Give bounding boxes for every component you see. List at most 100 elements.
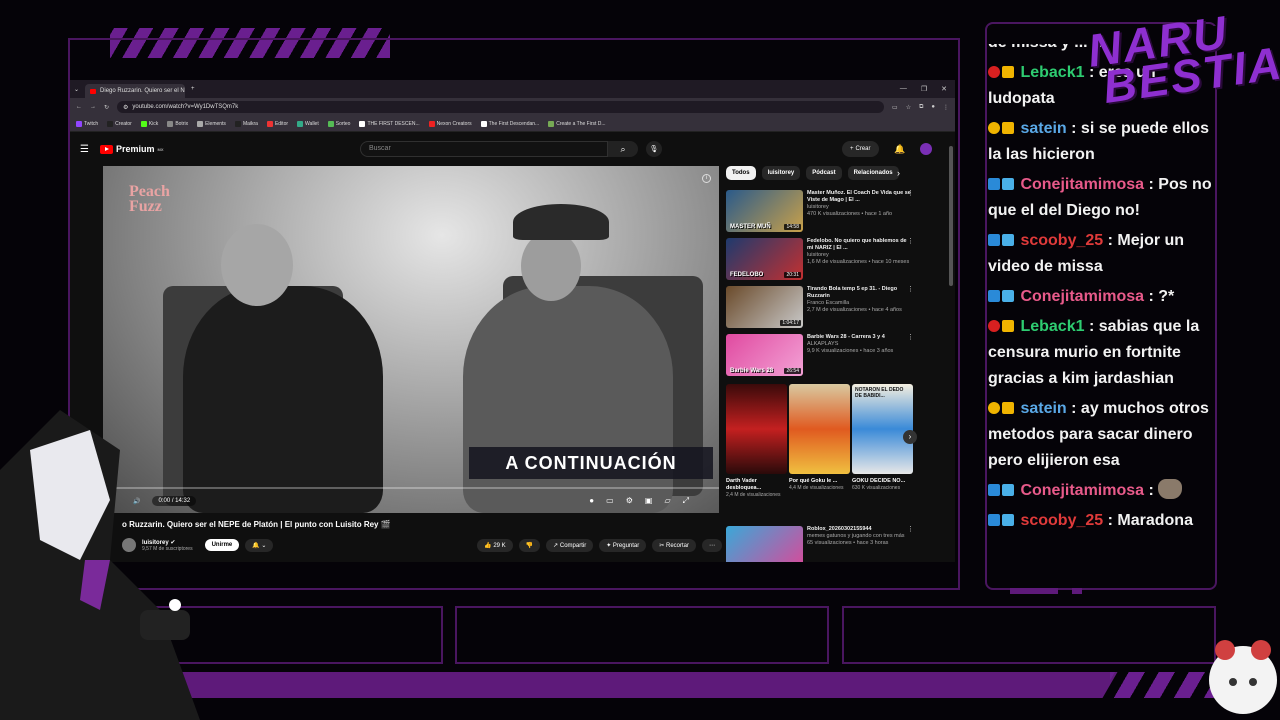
like-button[interactable]: 👍 29 K [477,538,513,552]
more-actions-button[interactable]: ⋯ [702,538,722,552]
chip-relacionados[interactable]: Relacionados [847,166,899,180]
ask-button[interactable]: ✦ Preguntar [599,538,647,552]
voice-search-button[interactable]: 🎙 [646,141,662,157]
bookmark-favicon-icon [76,120,82,127]
cast-video-icon[interactable]: ▱ [664,496,670,506]
bookmark-item[interactable]: Kick [140,120,158,127]
miniplayer-icon[interactable]: ▣ [645,496,653,506]
short-item[interactable]: Darth Vader desbloquea... 2,4 M de visual… [726,384,787,520]
bookmark-star-icon[interactable]: ☆ [906,104,911,111]
chips-next-icon[interactable]: › [897,168,900,178]
chip-pódcast[interactable]: Pódcast [806,166,842,180]
youtube-header: ☰ Premium MX Buscar ⌕ 🎙 + Crear 🔔 [70,138,955,160]
bookmark-item[interactable]: The First Descendan... [480,120,539,127]
bookmark-item[interactable]: Nexon Creators [428,120,472,127]
hamburger-menu-icon[interactable]: ☰ [80,144,89,155]
chat-username[interactable]: Leback1 [1020,318,1084,335]
chat-badge-icon [988,514,1000,526]
window-close-icon[interactable]: ✕ [941,85,947,93]
bookmark-item[interactable]: Sorteo [327,120,350,127]
more-options-icon[interactable]: ⋮ [907,334,914,341]
bookmark-item[interactable]: Create a The First D... [548,120,606,127]
chip-luisitorey[interactable]: luisitorey [761,166,801,180]
notifications-bell-icon[interactable]: 🔔 [894,144,905,155]
share-button[interactable]: ↗ Compartir [546,538,594,552]
recommendation-last[interactable]: Roblox_20260302155944 memes gatunos y ju… [726,526,916,562]
more-options-icon[interactable]: ⋮ [907,190,914,197]
profile-icon[interactable]: ● [931,104,935,110]
cast-icon[interactable]: ▭ [892,104,898,111]
create-button[interactable]: + Crear [842,141,879,157]
recommendation-channel: luisitorey [807,252,829,258]
forward-icon[interactable]: → [90,104,96,110]
page-scrollbar[interactable] [949,146,953,286]
bookmark-item[interactable]: Editor [266,120,288,127]
info-icon[interactable]: i [702,174,711,183]
naru-bestia-logo: NARU BESTIA [1084,5,1280,114]
chat-username[interactable]: scooby_25 [1020,232,1103,249]
more-options-icon[interactable]: ⋮ [907,286,914,293]
search-button[interactable]: ⌕ [608,141,638,157]
recommendation-title: Roblox_20260302155944 [807,526,872,532]
bookmark-item[interactable]: THE FIRST DESCEN... [359,120,420,127]
chat-username[interactable]: Conejitamimosa [1020,176,1144,193]
chat-username[interactable]: Conejitamimosa [1020,482,1144,499]
recommendation-item[interactable]: MASTER MUÑ 14:58 Master Muñoz. El Coach De… [726,190,916,232]
chat-crown-badge-icon [1002,484,1014,496]
extensions-icon[interactable]: ⧉ [919,104,923,111]
chat-username[interactable]: satein [1020,120,1066,137]
settings-gear-icon[interactable]: ⚙ [626,496,633,506]
recommendation-meta: 1,6 M de visualizaciones • hace 10 meses [807,259,910,265]
back-icon[interactable]: ← [76,104,82,110]
recommendation-item[interactable]: Barbie Wars 28 26:54 Barbie Wars 28 - Carr… [726,334,916,376]
chat-crown-badge-icon [1002,320,1014,332]
browser-menu-icon[interactable]: ⋮ [943,104,949,111]
restore-icon[interactable]: ❐ [921,85,927,93]
short-item[interactable]: NOTARON EL DEDO DE BABIDI... GOKU DECIDE … [852,384,913,520]
bookmarks-bar: Twitch Creator Kick Botrix Elements Maikra Edi… [70,116,955,132]
chat-username[interactable]: Conejitamimosa [1020,288,1144,305]
chip-todos[interactable]: Todos [726,166,756,180]
clip-button[interactable]: ✂ Recortar [652,538,696,552]
autoplay-toggle-icon[interactable]: ● [589,496,594,506]
chat-username[interactable]: scooby_25 [1020,512,1103,529]
subtitles-icon[interactable]: ▭ [606,496,614,506]
chat-username[interactable]: satein [1020,400,1066,417]
bookmark-item[interactable]: Twitch [76,120,98,127]
dislike-button[interactable]: 👎 [518,538,541,552]
bookmark-item[interactable]: Wallet [297,120,319,127]
youtube-logo[interactable]: Premium MX [100,144,164,154]
more-options-icon[interactable]: ⋮ [907,238,914,245]
right-person-head [521,231,581,301]
recommendation-title: Tirando Bola temp 5 ep 31. - Diego Ruzza… [807,286,898,299]
bookmark-item[interactable]: Botrix [167,120,188,127]
site-info-icon[interactable]: ⚙ [123,104,128,111]
bookmark-item[interactable]: Maikra [234,120,258,127]
chat-badge-icon [988,234,1000,246]
chat-username[interactable]: Leback1 [1020,64,1084,81]
recommendation-text: Master Muñoz. El Coach De Vida que se Vi… [807,190,914,232]
tab-list-icon[interactable]: ⌄ [74,86,79,93]
bookmark-favicon-icon [548,120,555,127]
short-item[interactable]: Por qué Goku le ... 4,4 M de visualizacio… [789,384,850,520]
recommendation-thumbnail [726,526,803,562]
recommendation-item[interactable]: 1:04:17 Tirando Bola temp 5 ep 31. - Dieg… [726,286,916,328]
up-next-overlay[interactable]: A CONTINUACIÓN [469,447,713,479]
shorts-next-icon[interactable]: › [903,430,917,444]
search-input[interactable]: Buscar [360,141,608,157]
new-tab-icon[interactable]: + [191,86,195,92]
subscribed-bell-button[interactable]: 🔔 ⌄ [245,538,274,552]
account-avatar[interactable] [920,143,932,155]
browser-tab[interactable]: Diego Ruzzarin. Quiero ser el N ✕ [85,84,186,98]
reload-icon[interactable]: ↻ [104,104,109,111]
bookmark-item[interactable]: Creator [107,120,132,127]
join-button[interactable]: Unirme [204,539,240,551]
recommendation-item[interactable]: FEDELOBO 20:31 Fedelobo. No quiero que hab… [726,238,916,280]
bookmark-item[interactable]: Elements [197,120,226,127]
fullscreen-icon[interactable]: ⤢ [683,496,689,506]
url-field[interactable]: ⚙ youtube.com/watch?v=Wy1DwTSQm7k [117,101,885,113]
short-thumbnail-caption: NOTARON EL DEDO DE BABIDI... [855,387,904,399]
more-options-icon[interactable]: ⋮ [907,526,914,533]
minimize-icon[interactable]: — [900,85,907,93]
recommendation-text: Tirando Bola temp 5 ep 31. - Diego Ruzza… [807,286,914,328]
